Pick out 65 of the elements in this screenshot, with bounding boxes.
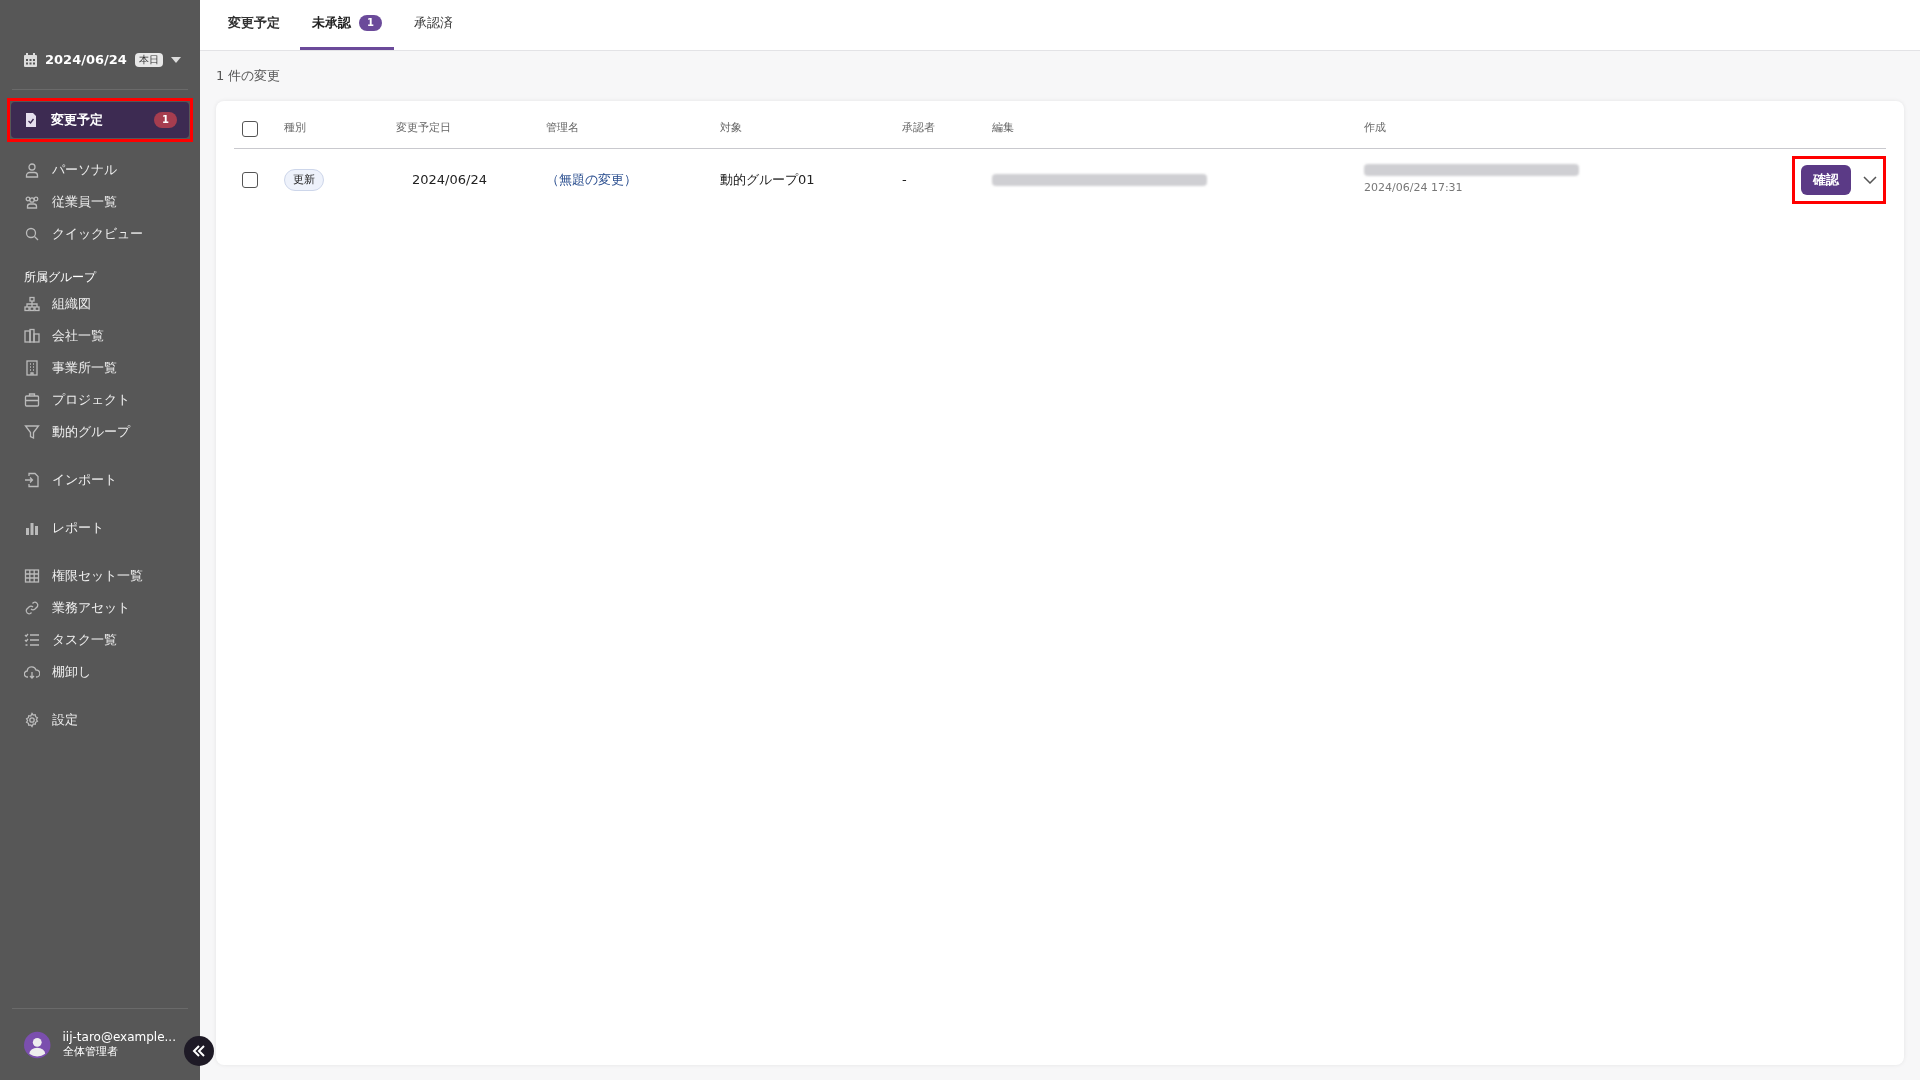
column-header: 変更予定日 xyxy=(396,121,451,135)
nav-item[interactable]: 従業員一覧 xyxy=(12,186,188,218)
nav-item[interactable]: 変更予定 1 xyxy=(11,102,189,138)
column-header: 編集 xyxy=(992,121,1014,135)
checkbox[interactable] xyxy=(242,120,258,137)
count-badge: 1 xyxy=(359,15,382,31)
document-check-icon xyxy=(23,112,39,128)
type-tag: 更新 xyxy=(284,168,324,192)
nav-item[interactable]: 組織図 xyxy=(12,288,188,320)
table-cell-text: - xyxy=(902,171,908,190)
nav-item[interactable]: 会社一覧 xyxy=(12,320,188,352)
nav-item[interactable]: 動的グループ xyxy=(12,416,188,448)
table-cell-text: 動的グループ01 xyxy=(720,171,816,190)
confirm-button[interactable]: 確認 xyxy=(1801,165,1851,195)
cloud-download-icon xyxy=(24,664,40,680)
column-header: 作成 xyxy=(1364,121,1386,135)
current-date: 2024/06/24 xyxy=(45,50,127,69)
briefcase-icon xyxy=(24,392,40,408)
search-icon xyxy=(24,226,40,242)
gear-icon xyxy=(24,712,40,728)
column-header: 承認者 xyxy=(902,121,935,135)
filter-icon xyxy=(24,424,40,440)
nav-item[interactable]: タスク一覧 xyxy=(12,624,188,656)
today-badge: 本日 xyxy=(134,52,163,67)
people-icon xyxy=(24,194,40,210)
org-chart-icon xyxy=(24,296,40,312)
checkbox[interactable] xyxy=(242,172,258,188)
nav-item[interactable]: クイックビュー xyxy=(12,218,188,250)
created-time: 2024/06/24 17:31 xyxy=(1364,179,1464,196)
table-cell-text: 2024/06/24 xyxy=(411,171,488,190)
result-count: 1 件の変更 xyxy=(216,67,281,86)
avatar-icon xyxy=(24,1029,51,1060)
calendar-icon xyxy=(24,52,37,67)
user-email: iij-taro@example... xyxy=(62,1030,176,1046)
link-icon xyxy=(24,600,40,616)
import-icon xyxy=(24,472,40,488)
checklist-icon xyxy=(24,632,40,648)
column-header: 種別 xyxy=(284,121,306,135)
chevron-down-icon[interactable] xyxy=(1863,176,1877,184)
nav-item[interactable]: プロジェクト xyxy=(12,384,188,416)
building-icon xyxy=(24,360,40,376)
tab[interactable]: 未承認 1 xyxy=(300,0,394,50)
buildings-icon xyxy=(24,328,40,344)
bar-chart-icon xyxy=(24,520,40,536)
count-badge: 1 xyxy=(154,112,177,128)
grid-icon xyxy=(24,568,40,584)
change-name-link[interactable]: （無題の変更） xyxy=(546,170,637,190)
nav-item[interactable]: 事業所一覧 xyxy=(12,352,188,384)
nav-item[interactable]: パーソナル xyxy=(12,154,188,186)
tab[interactable]: 承認済 xyxy=(401,0,465,50)
tab[interactable]: 変更予定 xyxy=(216,0,292,50)
dropdown-caret-icon[interactable] xyxy=(170,56,181,63)
column-header: 対象 xyxy=(720,121,742,135)
double-chevron-icon xyxy=(192,1044,206,1058)
column-header: 管理名 xyxy=(546,121,579,135)
user-role: 全体管理者 xyxy=(62,1045,119,1059)
nav-item[interactable]: レポート xyxy=(12,512,188,544)
nav-item[interactable]: 棚卸し xyxy=(12,656,188,688)
nav-item[interactable]: 業務アセット xyxy=(12,592,188,624)
nav-item[interactable]: 権限セット一覧 xyxy=(12,560,188,592)
nav-item[interactable]: インポート xyxy=(12,464,188,496)
collapse-button[interactable] xyxy=(184,1036,214,1066)
section-heading: 所属グループ xyxy=(23,269,98,286)
person-icon xyxy=(24,162,40,178)
nav-item[interactable]: 設定 xyxy=(12,704,188,736)
